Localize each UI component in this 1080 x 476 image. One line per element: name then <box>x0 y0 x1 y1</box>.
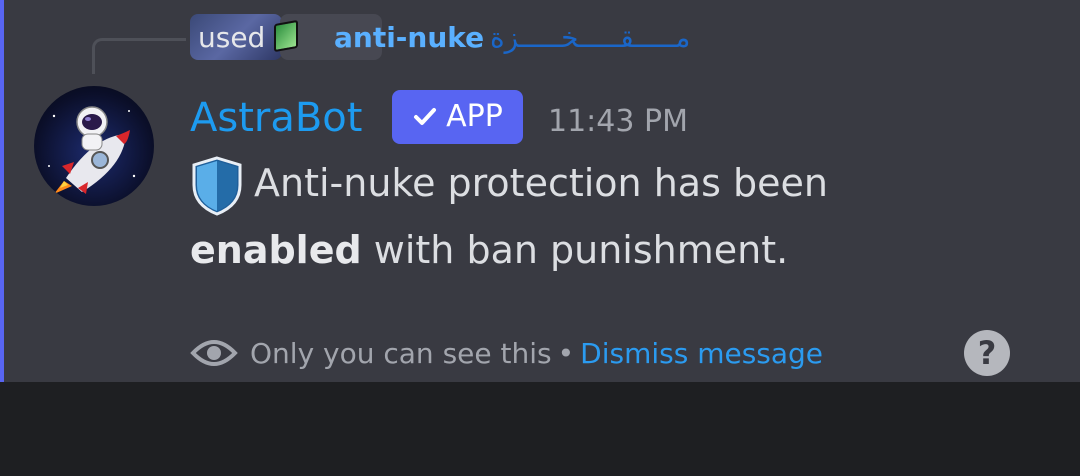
help-icon[interactable]: ? <box>964 330 1010 376</box>
shield-icon <box>192 155 242 216</box>
reply-used-label: used <box>198 21 266 54</box>
avatar[interactable] <box>34 86 154 206</box>
ephemeral-footer: Only you can see this • Dismiss message <box>190 330 823 376</box>
message-content: Anti-nuke protection has been enabled wit… <box>190 150 1050 283</box>
reply-connector <box>92 38 186 74</box>
app-badge: APP <box>392 90 523 144</box>
message-bold-word: enabled <box>190 227 362 272</box>
message-line-1: Anti-nuke protection has been <box>254 161 828 205</box>
command-name: anti-nuke <box>334 21 485 54</box>
reply-author-name[interactable]: مـــــقـــــخـــــزة <box>490 18 690 58</box>
check-icon <box>414 108 437 125</box>
separator-dot: • <box>557 336 575 370</box>
visibility-text: Only you can see this <box>250 336 552 370</box>
command-app-icon <box>274 19 298 53</box>
dismiss-message-link[interactable]: Dismiss message <box>580 337 823 370</box>
app-badge-label: APP <box>446 99 503 134</box>
astronaut-rocket-icon <box>48 106 136 194</box>
highlight-bar <box>0 0 4 382</box>
message-timestamp[interactable]: 11:43 PM <box>548 102 688 142</box>
eye-icon <box>190 340 238 366</box>
message-line-2: with ban punishment. <box>361 227 789 272</box>
ephemeral-message: used مـــــقـــــخـــــزة /anti-nuke Ast… <box>0 0 1080 382</box>
author-name[interactable]: AstraBot <box>190 92 362 144</box>
reply-command[interactable]: /anti-nuke <box>300 18 484 58</box>
